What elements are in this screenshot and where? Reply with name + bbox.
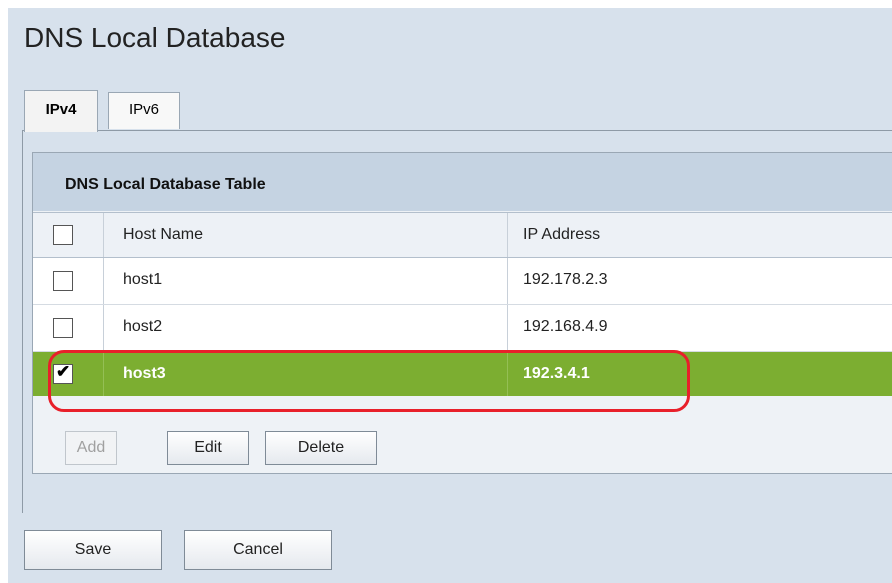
column-divider xyxy=(103,258,104,304)
host-name-cell: host1 xyxy=(123,271,163,288)
column-divider xyxy=(507,352,508,396)
row-checkbox[interactable] xyxy=(53,318,73,338)
edit-button[interactable]: Edit xyxy=(167,431,249,465)
column-divider xyxy=(103,305,104,351)
row-checkbox-checked[interactable]: ✔ xyxy=(53,362,73,384)
delete-button[interactable]: Delete xyxy=(265,431,377,465)
ip-address-cell: 192.178.2.3 xyxy=(523,271,608,288)
column-header-host-name: Host Name xyxy=(123,226,204,243)
table-row[interactable]: host1 192.178.2.3 xyxy=(33,258,892,305)
ip-address-cell: 192.168.4.9 xyxy=(523,318,608,335)
cancel-button[interactable]: Cancel xyxy=(184,530,332,570)
tab-ipv4[interactable]: IPv4 xyxy=(24,90,98,132)
table-row[interactable]: host2 192.168.4.9 xyxy=(33,305,892,352)
add-button[interactable]: Add xyxy=(65,431,117,465)
table-title: DNS Local Database Table xyxy=(33,153,892,211)
column-divider xyxy=(507,305,508,351)
column-header-ip-address: IP Address xyxy=(523,226,601,243)
column-divider xyxy=(507,213,508,257)
table-row-selected[interactable]: ✔ host3 192.3.4.1 xyxy=(33,352,892,396)
column-divider xyxy=(103,352,104,396)
page-title: DNS Local Database xyxy=(24,22,286,53)
checkmark-icon: ✔ xyxy=(56,362,71,381)
tab-ipv6[interactable]: IPv6 xyxy=(108,92,180,129)
page-background: DNS Local Database IPv4 IPv6 DNS Local D… xyxy=(8,8,892,583)
host-name-cell: host2 xyxy=(123,318,163,335)
select-all-checkbox[interactable] xyxy=(53,225,73,245)
ip-address-cell: 192.3.4.1 xyxy=(523,365,590,382)
row-checkbox[interactable] xyxy=(53,271,73,291)
column-divider xyxy=(507,258,508,304)
save-button[interactable]: Save xyxy=(24,530,162,570)
dns-local-database-table: DNS Local Database Table Host Name IP Ad… xyxy=(32,152,892,474)
table-header-row: Host Name IP Address xyxy=(33,212,892,258)
column-divider xyxy=(103,213,104,257)
host-name-cell: host3 xyxy=(123,365,166,382)
